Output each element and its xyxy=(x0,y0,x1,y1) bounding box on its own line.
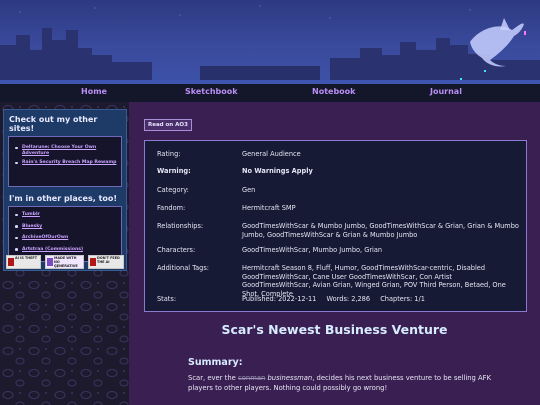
summary-heading: Summary: xyxy=(188,357,243,368)
warning-icon xyxy=(8,258,14,266)
main-nav: Home Sketchbook Notebook Journal xyxy=(0,84,540,102)
badge-dont-feed-ai: DON'T FEED THE AI xyxy=(88,255,124,269)
read-on-ao3-button[interactable]: Read on AO3 xyxy=(144,119,192,131)
link-security-breach[interactable]: Rain's Security Breach Map Rewamp xyxy=(22,160,116,165)
badge-ai-is-theft: AI IS THEFT xyxy=(6,255,41,269)
list-item: Bluesky xyxy=(13,224,117,230)
work-title: Scar's Newest Business Venture xyxy=(221,322,448,337)
nav-link-journal[interactable]: Journal xyxy=(430,87,462,96)
link-ao3[interactable]: ArchiveOfOurOwn xyxy=(22,235,68,240)
stat-words: Words: 2,286 xyxy=(326,295,371,303)
other-sites-list-box: Deltarune: Choose Your Own Adventure Rai… xyxy=(8,136,122,187)
summary-text: Scar, ever the conman businessman, decid… xyxy=(188,374,492,392)
link-bluesky[interactable]: Bluesky xyxy=(22,224,42,229)
skyline-illustration xyxy=(0,5,540,84)
no-entry-icon xyxy=(90,258,96,266)
other-sites-heading: Check out my other sites! xyxy=(9,115,98,133)
badge-no-generative-ai: MADE WITH NO GENERATIVE AI xyxy=(45,255,84,269)
list-item: Artstraa (Commissions) xyxy=(13,247,117,253)
robot-icon xyxy=(47,258,53,266)
link-artstraa[interactable]: Artstraa (Commissions) xyxy=(22,247,83,252)
other-places-heading: I'm in other places, too! xyxy=(9,194,118,203)
badge-row: AI IS THEFT MADE WITH NO GENERATIVE AI D… xyxy=(6,255,124,269)
stat-chapters: Chapters: 1/1 xyxy=(380,295,425,303)
work-metadata-table: Rating: General Audience Warning: No War… xyxy=(144,140,527,312)
list-item: Deltarune: Choose Your Own Adventure xyxy=(13,145,117,156)
main-content: Read on AO3 Rating: General Audience War… xyxy=(129,102,540,405)
summary-strikethrough: conman xyxy=(238,374,266,382)
header-banner xyxy=(0,0,540,84)
other-places-list-box: Tumblr Bluesky ArchiveOfOurOwn Artstraa … xyxy=(8,206,122,262)
nav-link-notebook[interactable]: Notebook xyxy=(312,87,355,96)
stat-published: Published: 2022-12-11 xyxy=(242,295,317,303)
list-item: ArchiveOfOurOwn xyxy=(13,235,117,241)
list-item: Rain's Security Breach Map Rewamp xyxy=(13,160,117,166)
sidebar: Check out my other sites! Deltarune: Cho… xyxy=(0,102,129,405)
link-deltarune[interactable]: Deltarune: Choose Your Own Adventure xyxy=(22,145,96,156)
nav-link-home[interactable]: Home xyxy=(81,87,107,96)
summary-emphasis: businessman xyxy=(267,374,313,382)
nav-link-sketchbook[interactable]: Sketchbook xyxy=(185,87,238,96)
list-item: Tumblr xyxy=(13,212,117,218)
link-tumblr[interactable]: Tumblr xyxy=(22,212,40,217)
other-sites-panel: Check out my other sites! Deltarune: Cho… xyxy=(3,109,127,271)
